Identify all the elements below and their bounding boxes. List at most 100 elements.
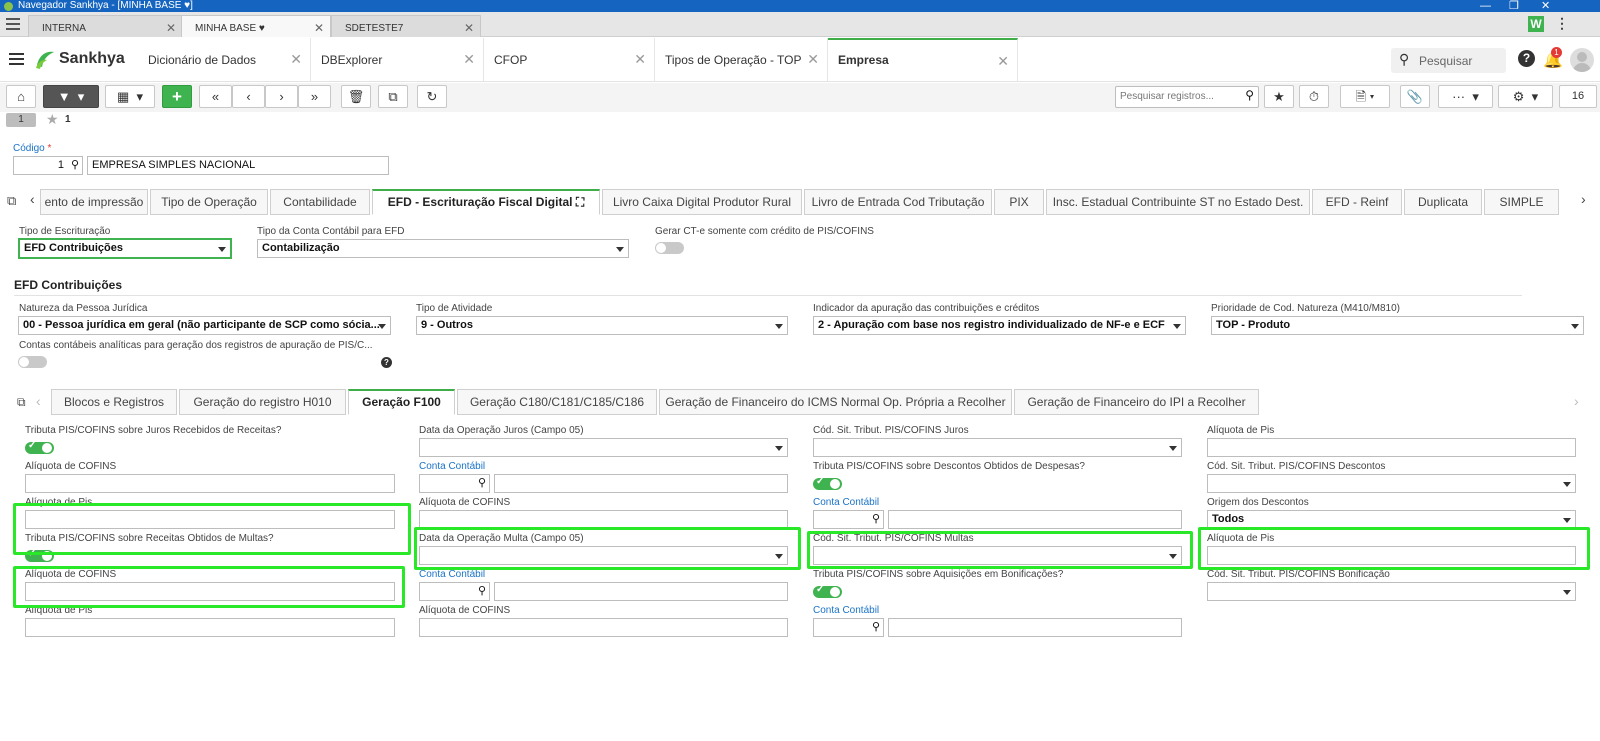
global-search[interactable]: ⚲ Pesquisar — [1391, 48, 1506, 73]
multa-aliquota-cofins-input[interactable] — [419, 618, 788, 637]
multa-aliquota-cofins-input[interactable] — [25, 582, 395, 601]
extension-w-icon[interactable]: W — [1528, 16, 1544, 32]
multa-aliquota-pis-input[interactable] — [25, 618, 395, 637]
subtab-f100[interactable]: Geração F100 — [348, 389, 455, 415]
expand-icon[interactable]: ⛶ — [576, 195, 584, 209]
close-tab-icon[interactable]: ✕ — [634, 51, 646, 68]
tab-impressao[interactable]: ento de impressão — [40, 189, 148, 215]
browser-tab-interna[interactable]: INTERNA ✕ — [28, 15, 183, 37]
settings-button[interactable]: ⚙ ▾ — [1498, 85, 1553, 108]
tab-dbexplorer[interactable]: DBExplorer ✕ — [311, 38, 484, 82]
add-button[interactable]: + — [162, 85, 192, 108]
subtab-ipi[interactable]: Geração de Financeiro do IPI a Recolher — [1014, 389, 1259, 415]
copy-icon[interactable]: ⧉ — [7, 193, 16, 209]
tab-empresa[interactable]: Empresa ✕ — [828, 38, 1018, 82]
last-record-button[interactable]: » — [298, 85, 331, 108]
scroll-left-icon[interactable]: ‹ — [30, 191, 35, 207]
tab-efd-reinf[interactable]: EFD - Reinf — [1312, 189, 1402, 215]
desc-conta-contabil-code-input[interactable]: ⚲ — [813, 510, 884, 529]
tab-tipo-operacao[interactable]: Tipo de Operação — [150, 189, 268, 215]
timer-button[interactable]: ⏱ — [1299, 85, 1329, 108]
multa-conta-contabil-code-input[interactable]: ⚲ — [419, 582, 490, 601]
subtab-icms[interactable]: Geração de Financeiro do ICMS Normal Op.… — [659, 389, 1012, 415]
search-icon[interactable]: ⚲ — [71, 158, 79, 171]
close-tab-icon[interactable]: ✕ — [807, 51, 819, 68]
aliquota-pis-input[interactable] — [1207, 438, 1576, 457]
close-tab-icon[interactable]: ✕ — [166, 21, 176, 35]
aliquota-cofins-input[interactable] — [419, 510, 788, 529]
record-search-input[interactable]: Pesquisar registros... ⚲ — [1115, 86, 1259, 108]
help-icon[interactable]: ? — [1518, 50, 1535, 67]
indicador-select[interactable]: 2 - Apuração com base nos registro indiv… — [813, 316, 1186, 335]
search-icon[interactable]: ⚲ — [478, 584, 486, 597]
subtab-blocos[interactable]: Blocos e Registros — [51, 389, 177, 415]
tab-livro-caixa[interactable]: Livro Caixa Digital Produtor Rural — [602, 189, 802, 215]
minimize-icon[interactable]: — — [1480, 0, 1491, 12]
data-juros-select[interactable] — [419, 438, 788, 457]
codigo-input[interactable]: 1 ⚲ — [13, 156, 83, 175]
kebab-menu-icon[interactable]: ⋮ — [1555, 15, 1569, 32]
tab-tipos-operacao[interactable]: Tipos de Operação - TOP ✕ — [655, 38, 828, 82]
tab-insc-estadual[interactable]: Insc. Estadual Contribuinte ST no Estado… — [1046, 189, 1310, 215]
scroll-right-icon[interactable]: › — [1574, 393, 1579, 409]
contas-toggle[interactable] — [18, 356, 47, 368]
scroll-right-icon[interactable]: › — [1581, 191, 1586, 207]
search-icon[interactable]: ⚲ — [872, 512, 880, 525]
star-icon[interactable]: ★ — [46, 111, 59, 128]
cst-juros-select[interactable] — [813, 438, 1182, 457]
aliquota-pis-input[interactable] — [25, 510, 395, 529]
first-record-button[interactable]: « — [199, 85, 232, 108]
search-icon[interactable]: ⚲ — [872, 620, 880, 633]
filter-button[interactable]: ▼ ▾ — [43, 85, 99, 108]
multa-aliquota-pis-input[interactable] — [1207, 546, 1576, 565]
origem-descontos-select[interactable]: Todos — [1207, 510, 1576, 529]
grid-view-button[interactable]: ▦ ▾ — [105, 85, 155, 108]
close-window-icon[interactable]: ✕ — [1541, 0, 1550, 12]
close-tab-icon[interactable]: ✕ — [997, 53, 1009, 70]
tab-livro-entrada[interactable]: Livro de Entrada Cod Tributação — [804, 189, 992, 215]
tab-pix[interactable]: PIX — [994, 189, 1044, 215]
juros-tributa-toggle[interactable]: ✓ — [25, 440, 54, 454]
data-multa-select[interactable] — [419, 546, 788, 565]
home-button[interactable]: ⌂ — [6, 85, 36, 108]
aliquota-cofins-input[interactable] — [25, 474, 395, 493]
delete-button[interactable]: 🗑 — [341, 85, 371, 108]
duplicate-button[interactable]: ⧉ — [378, 85, 408, 108]
tipo-conta-select[interactable]: Contabilização — [257, 239, 629, 258]
page-number[interactable]: 16 — [1559, 85, 1597, 108]
help-icon[interactable]: ? — [381, 357, 392, 368]
attach-button[interactable]: 📎 — [1400, 85, 1430, 108]
next-record-button[interactable]: › — [265, 85, 298, 108]
tab-simples[interactable]: SIMPLE — [1484, 189, 1559, 215]
tab-cfop[interactable]: CFOP ✕ — [484, 38, 655, 82]
close-tab-icon[interactable]: ✕ — [314, 21, 324, 35]
favorite-button[interactable]: ★ — [1264, 85, 1294, 108]
tab-duplicata[interactable]: Duplicata — [1404, 189, 1482, 215]
tab-contabilidade[interactable]: Contabilidade — [270, 189, 370, 215]
close-tab-icon[interactable]: ✕ — [464, 21, 474, 35]
conta-contabil-code-input[interactable]: ⚲ — [419, 474, 490, 493]
avatar[interactable] — [1570, 48, 1594, 72]
subtab-c180[interactable]: Geração C180/C181/C185/C186 — [457, 389, 657, 415]
export-button[interactable]: 🗎 ▾ — [1340, 85, 1390, 108]
tab-efd[interactable]: EFD - Escrituração Fiscal Digital ⛶ — [372, 189, 600, 215]
atividade-select[interactable]: 9 - Outros — [416, 316, 788, 335]
cst-bonificacao-select[interactable] — [1207, 582, 1576, 601]
restore-icon[interactable]: ❐ — [1509, 0, 1519, 12]
tab-dicionario[interactable]: Dicionário de Dados ✕ — [138, 38, 311, 82]
bonif-conta-contabil-code-input[interactable]: ⚲ — [813, 618, 884, 637]
natureza-select[interactable]: 00 - Pessoa jurídica em geral (não parti… — [18, 316, 391, 335]
browser-tab-sdeteste7[interactable]: SDETESTE7 ✕ — [331, 15, 481, 37]
close-tab-icon[interactable]: ✕ — [463, 51, 475, 68]
close-tab-icon[interactable]: ✕ — [290, 51, 302, 68]
descontos-tributa-toggle[interactable]: ✓ — [813, 476, 842, 490]
gerar-cte-toggle[interactable] — [655, 242, 684, 254]
more-actions-button[interactable]: ··· ▾ — [1438, 85, 1493, 108]
browser-tab-minha-base[interactable]: MINHA BASE ♥ ✕ — [181, 15, 331, 37]
cst-multas-select[interactable] — [813, 546, 1182, 565]
copy-icon[interactable]: ⧉ — [17, 395, 26, 410]
tipo-escrituracao-select[interactable]: EFD Contribuições — [18, 238, 232, 259]
previous-record-button[interactable]: ‹ — [232, 85, 265, 108]
refresh-button[interactable]: ↻ — [417, 85, 447, 108]
scroll-left-icon[interactable]: ‹ — [36, 393, 41, 409]
